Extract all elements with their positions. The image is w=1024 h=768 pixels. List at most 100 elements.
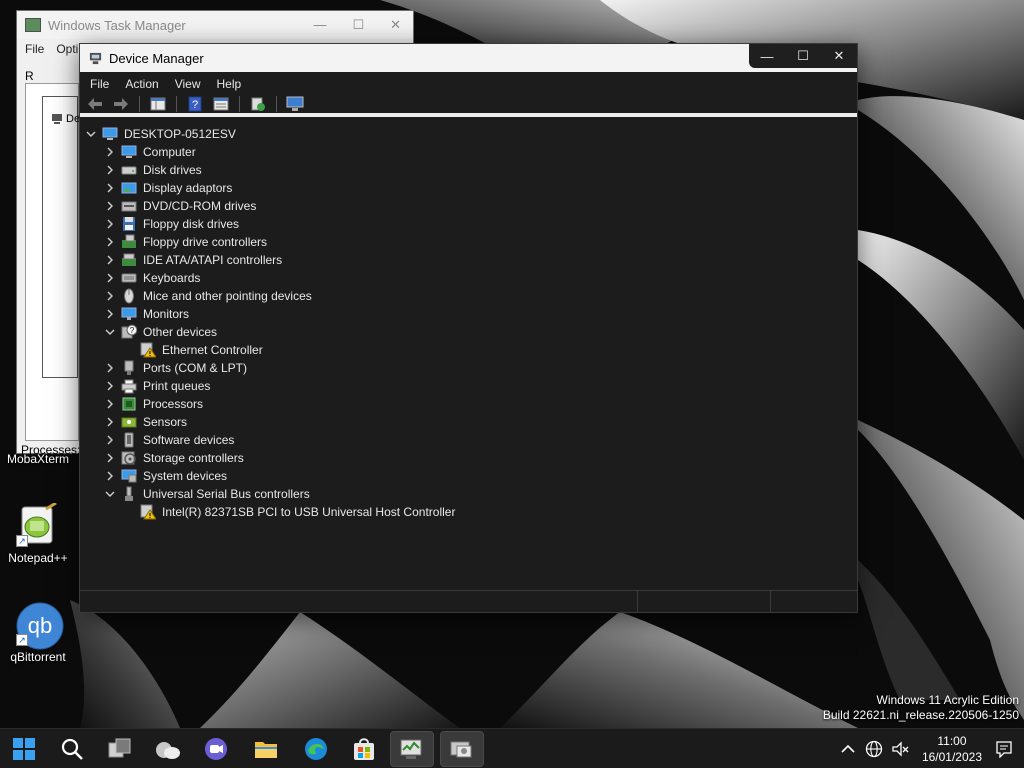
tree-device-item[interactable]: Intel(R) 82371SB PCI to USB Universal Ho…	[122, 503, 455, 521]
task-manager-taskbar-button[interactable]	[390, 731, 434, 767]
tree-category-item[interactable]: Keyboards	[103, 269, 200, 287]
widgets-button[interactable]	[146, 731, 190, 767]
chevron-right-icon[interactable]	[105, 219, 115, 229]
chevron-right-icon[interactable]	[105, 291, 115, 301]
maximize-icon[interactable]: ☐	[352, 17, 364, 33]
tree-category-item[interactable]: Mice and other pointing devices	[103, 287, 312, 305]
volume-button[interactable]	[888, 737, 912, 761]
chevron-right-icon[interactable]	[105, 273, 115, 283]
chevron-down-icon[interactable]	[86, 129, 96, 139]
tree-expander[interactable]	[103, 289, 117, 303]
scan-hardware-button[interactable]	[284, 95, 306, 113]
tree-device-item[interactable]: Ethernet Controller	[122, 341, 263, 359]
taskbar-clock[interactable]: 11:00 16/01/2023	[922, 733, 982, 765]
task-view-button[interactable]	[98, 731, 142, 767]
tree-expander[interactable]	[103, 217, 117, 231]
tree-expander[interactable]	[103, 487, 117, 501]
minimize-icon[interactable]: —	[749, 44, 785, 68]
close-icon[interactable]: ✕	[821, 44, 857, 68]
chat-button[interactable]	[194, 731, 238, 767]
tree-expander[interactable]	[103, 325, 117, 339]
store-button[interactable]	[342, 731, 386, 767]
tree-category-item[interactable]: ? Other devices	[103, 323, 217, 341]
menu-file[interactable]: File	[90, 77, 109, 91]
menu-action[interactable]: Action	[125, 77, 158, 91]
task-manager-tree-item[interactable]: De	[51, 113, 80, 125]
tree-category-item[interactable]: Display adaptors	[103, 179, 232, 197]
tree-category-item[interactable]: DVD/CD-ROM drives	[103, 197, 256, 215]
tree-expander[interactable]	[103, 397, 117, 411]
network-button[interactable]	[862, 737, 886, 761]
tree-category-item[interactable]: Disk drives	[103, 161, 202, 179]
chevron-right-icon[interactable]	[105, 237, 115, 247]
tree-category-item[interactable]: Computer	[103, 143, 196, 161]
tree-category-item[interactable]: Floppy disk drives	[103, 215, 239, 233]
tree-category-item[interactable]: Print queues	[103, 377, 210, 395]
device-manager-titlebar[interactable]: Device Manager — ☐ ✕	[80, 44, 857, 72]
tree-expander[interactable]	[103, 433, 117, 447]
chevron-right-icon[interactable]	[105, 417, 115, 427]
tree-expander[interactable]	[103, 361, 117, 375]
menu-options[interactable]: Opti	[56, 42, 78, 56]
chevron-right-icon[interactable]	[105, 183, 115, 193]
chevron-right-icon[interactable]	[105, 201, 115, 211]
tree-expander[interactable]	[103, 235, 117, 249]
tree-category-item[interactable]: Universal Serial Bus controllers	[103, 485, 310, 503]
tree-expander[interactable]	[103, 379, 117, 393]
tree-expander[interactable]	[103, 181, 117, 195]
search-button[interactable]	[50, 731, 94, 767]
chevron-right-icon[interactable]	[105, 165, 115, 175]
update-driver-button[interactable]	[247, 95, 269, 113]
edge-button[interactable]	[294, 731, 338, 767]
desktop-icon-notepadpp[interactable]: ↗ Notepad++	[0, 501, 76, 565]
chevron-down-icon[interactable]	[105, 327, 115, 337]
file-explorer-button[interactable]	[244, 731, 288, 767]
chevron-right-icon[interactable]	[105, 453, 115, 463]
chevron-right-icon[interactable]	[105, 255, 115, 265]
tree-expander[interactable]	[103, 145, 117, 159]
chevron-right-icon[interactable]	[105, 147, 115, 157]
tree-category-item[interactable]: Storage controllers	[103, 449, 244, 467]
back-button[interactable]	[84, 95, 106, 113]
tree-expander[interactable]	[84, 127, 98, 141]
tree-category-item[interactable]: Monitors	[103, 305, 189, 323]
properties-button[interactable]	[210, 95, 232, 113]
chevron-right-icon[interactable]	[105, 363, 115, 373]
menu-view[interactable]: View	[175, 77, 201, 91]
forward-button[interactable]	[110, 95, 132, 113]
tree-expander[interactable]	[103, 451, 117, 465]
close-icon[interactable]: ✕	[390, 17, 401, 33]
chevron-right-icon[interactable]	[105, 381, 115, 391]
tree-expander[interactable]	[103, 253, 117, 267]
menu-file[interactable]: File	[25, 42, 44, 56]
minimize-icon[interactable]: —	[313, 17, 326, 33]
notifications-button[interactable]	[992, 737, 1016, 761]
tree-category-item[interactable]: Processors	[103, 395, 203, 413]
chevron-right-icon[interactable]	[105, 309, 115, 319]
chevron-down-icon[interactable]	[105, 489, 115, 499]
tree-expander[interactable]	[103, 415, 117, 429]
tree-expander[interactable]	[103, 199, 117, 213]
start-button[interactable]	[2, 731, 46, 767]
help-button[interactable]: ?	[184, 95, 206, 113]
tree-category-item[interactable]: Ports (COM & LPT)	[103, 359, 247, 377]
menu-help[interactable]: Help	[217, 77, 242, 91]
tree-category-item[interactable]: IDE ATA/ATAPI controllers	[103, 251, 282, 269]
tree-expander[interactable]	[103, 469, 117, 483]
show-hide-console-tree-button[interactable]	[147, 95, 169, 113]
device-manager-taskbar-button[interactable]	[440, 731, 484, 767]
tree-category-item[interactable]: Software devices	[103, 431, 234, 449]
desktop-icon-qbittorrent[interactable]: qb ↗ qBittorrent	[0, 602, 76, 664]
tree-root-item[interactable]: DESKTOP-0512ESV	[84, 125, 236, 143]
desktop-icon-mobaxterm[interactable]: MobaXterm	[0, 452, 76, 466]
chevron-right-icon[interactable]	[105, 435, 115, 445]
tree-category-item[interactable]: Sensors	[103, 413, 187, 431]
tree-expander[interactable]	[103, 163, 117, 177]
tree-category-item[interactable]: Floppy drive controllers	[103, 233, 267, 251]
device-manager-window[interactable]: Device Manager — ☐ ✕ File Action View He…	[79, 43, 858, 613]
tree-expander[interactable]	[103, 271, 117, 285]
tree-expander[interactable]	[103, 307, 117, 321]
chevron-right-icon[interactable]	[105, 399, 115, 409]
tree-category-item[interactable]: System devices	[103, 467, 227, 485]
maximize-icon[interactable]: ☐	[785, 44, 821, 68]
